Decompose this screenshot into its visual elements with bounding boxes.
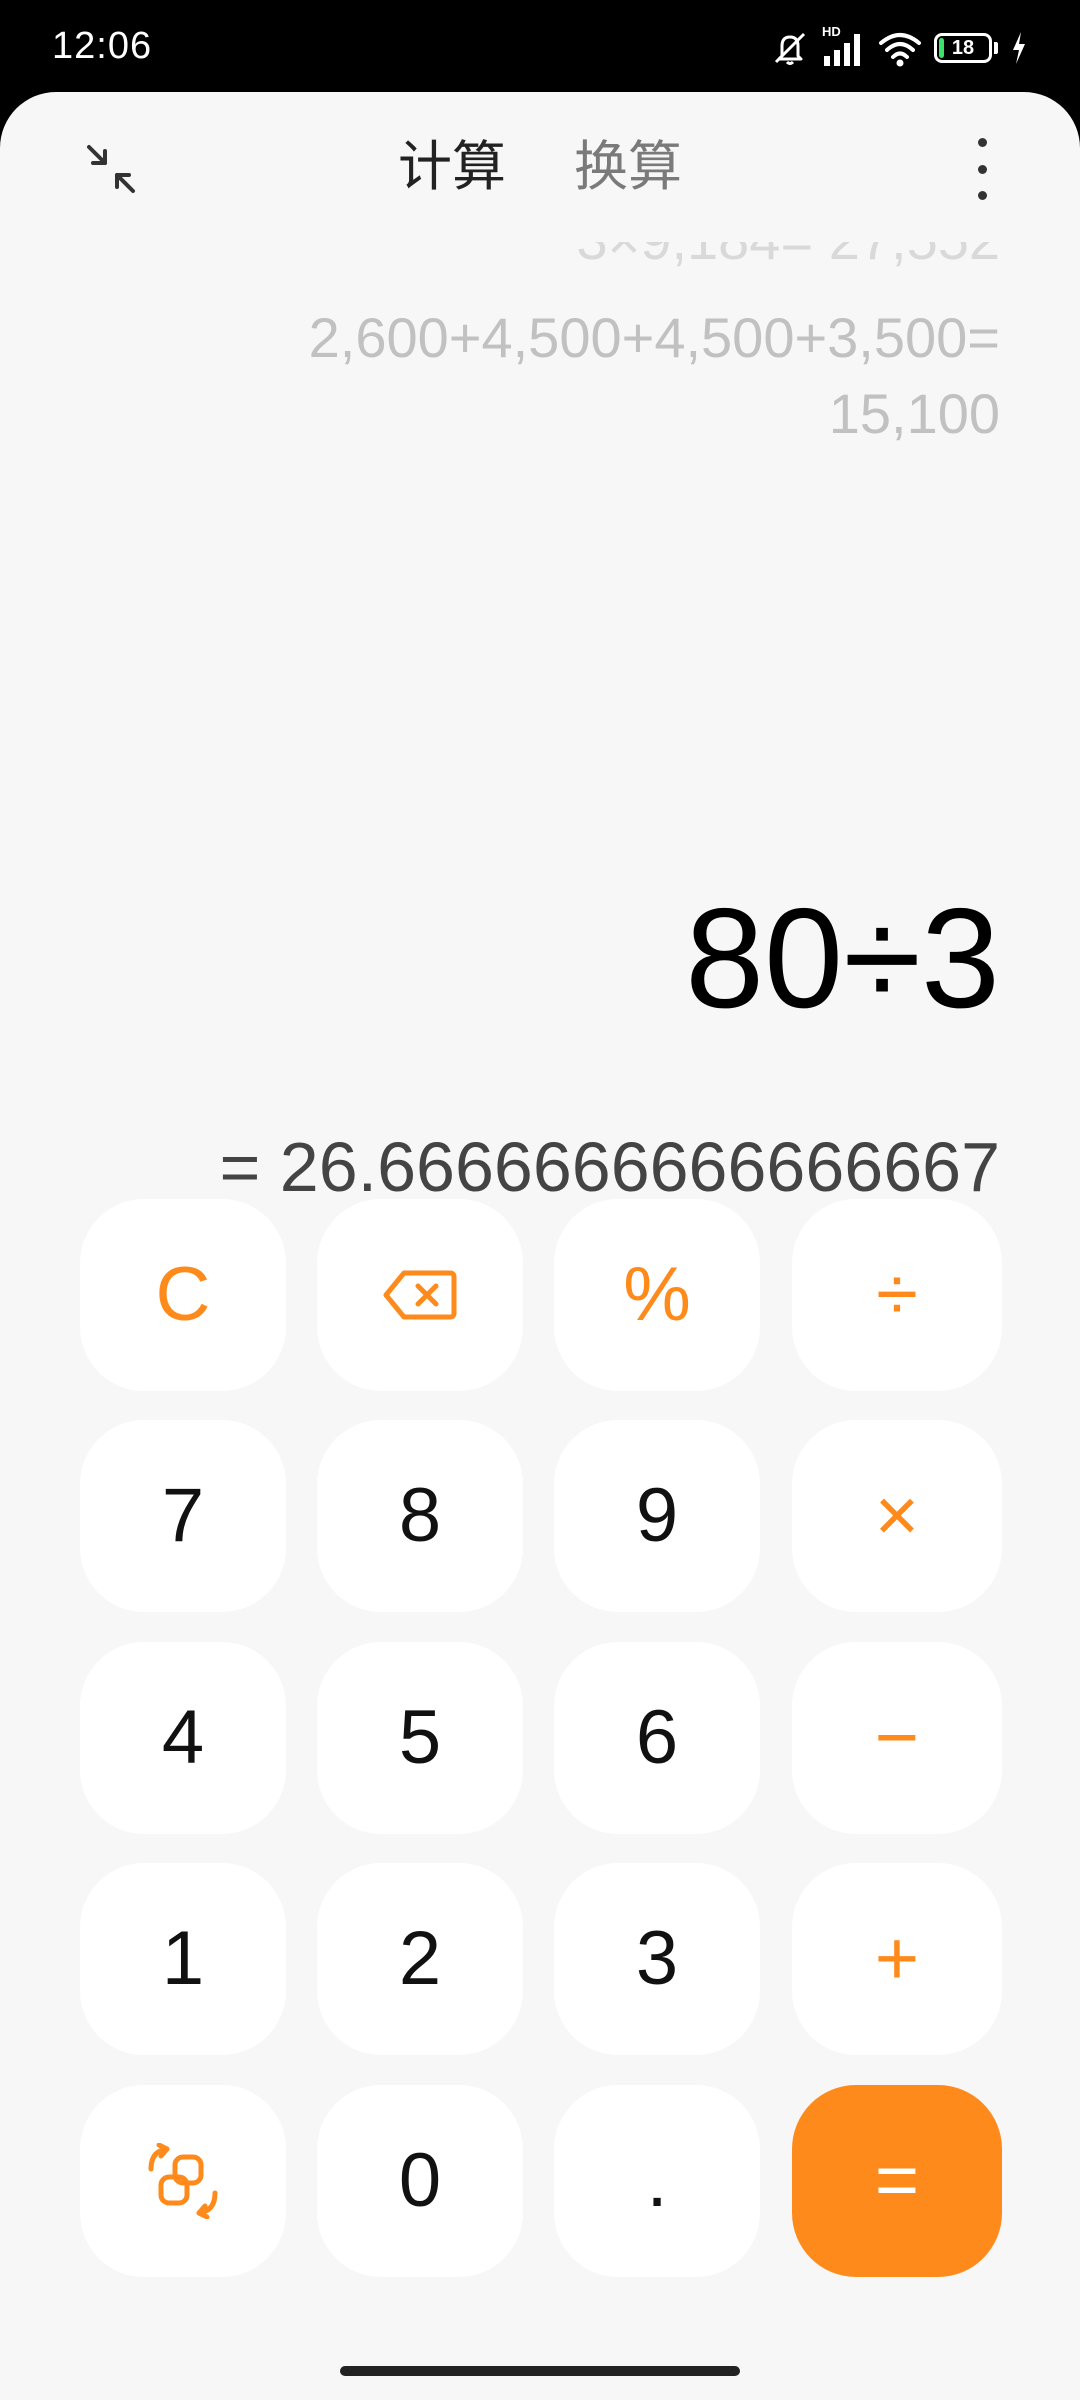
digit-6-button[interactable]: 6 [554, 1642, 760, 1834]
mode-tabs: 计算 换算 [0, 128, 1080, 206]
backspace-icon [383, 1270, 457, 1320]
divide-button[interactable]: ÷ [792, 1199, 1002, 1391]
hd-signal-icon: HD [822, 24, 866, 68]
mute-bell-icon [774, 32, 806, 65]
status-time: 12:06 [52, 25, 153, 67]
switch-mode-button[interactable] [80, 2085, 286, 2277]
plus-button[interactable]: + [792, 1863, 1002, 2055]
keypad: C % ÷ 7 8 9 × 4 5 6 − 1 2 3 + 0 . = [80, 1199, 1002, 2277]
clear-button[interactable]: C [80, 1199, 286, 1391]
calculator-app: 计算 换算 3×9,184= 27,552 2,600+4,500+4,500+… [0, 92, 1080, 2400]
digit-3-button[interactable]: 3 [554, 1863, 760, 2055]
status-bar: 12:06 HD 18 [0, 0, 1080, 92]
screen: 12:06 HD 18 计算 换算 2,600+4,500+4,500+3,50… [0, 0, 1080, 2400]
more-vertical-icon [977, 138, 987, 147]
charging-bolt-icon [1013, 32, 1025, 64]
digit-4-button[interactable]: 4 [80, 1642, 286, 1834]
more-options-button[interactable] [970, 138, 994, 200]
multiply-button[interactable]: × [792, 1420, 1002, 1612]
minus-button[interactable]: − [792, 1642, 1002, 1834]
digit-7-button[interactable]: 7 [80, 1420, 286, 1612]
history-item-clipped: 3×9,184= 27,552 [100, 242, 1000, 280]
wifi-icon [879, 33, 921, 67]
history-expression: 2,600+4,500+4,500+3,500= [308, 306, 1000, 369]
battery-cap [994, 42, 998, 54]
current-expression: 80÷3 [685, 879, 1000, 1038]
top-bar: 计算 换算 [0, 92, 1080, 242]
decimal-button[interactable]: . [554, 2085, 760, 2277]
battery-icon: 18 [934, 33, 992, 63]
digit-1-button[interactable]: 1 [80, 1863, 286, 2055]
percent-button[interactable]: % [554, 1199, 760, 1391]
status-icons: HD 18 [770, 24, 1028, 68]
backspace-button[interactable] [317, 1199, 523, 1391]
tab-calculate[interactable]: 计算 [398, 128, 506, 206]
home-indicator[interactable] [340, 2366, 740, 2376]
battery-level: 18 [951, 37, 975, 59]
digit-8-button[interactable]: 8 [317, 1420, 523, 1612]
digit-5-button[interactable]: 5 [317, 1642, 523, 1834]
tab-convert[interactable]: 换算 [574, 128, 682, 206]
digit-0-button[interactable]: 0 [317, 2085, 523, 2277]
history-result: 15,100 [828, 382, 1000, 445]
history-list[interactable]: 3×9,184= 27,552 2,600+4,500+4,500+3,500=… [100, 242, 1000, 452]
digit-9-button[interactable]: 9 [554, 1420, 760, 1612]
equals-button[interactable]: = [792, 2085, 1002, 2277]
switch-calculator-icon [148, 2143, 218, 2219]
digit-2-button[interactable]: 2 [317, 1863, 523, 2055]
